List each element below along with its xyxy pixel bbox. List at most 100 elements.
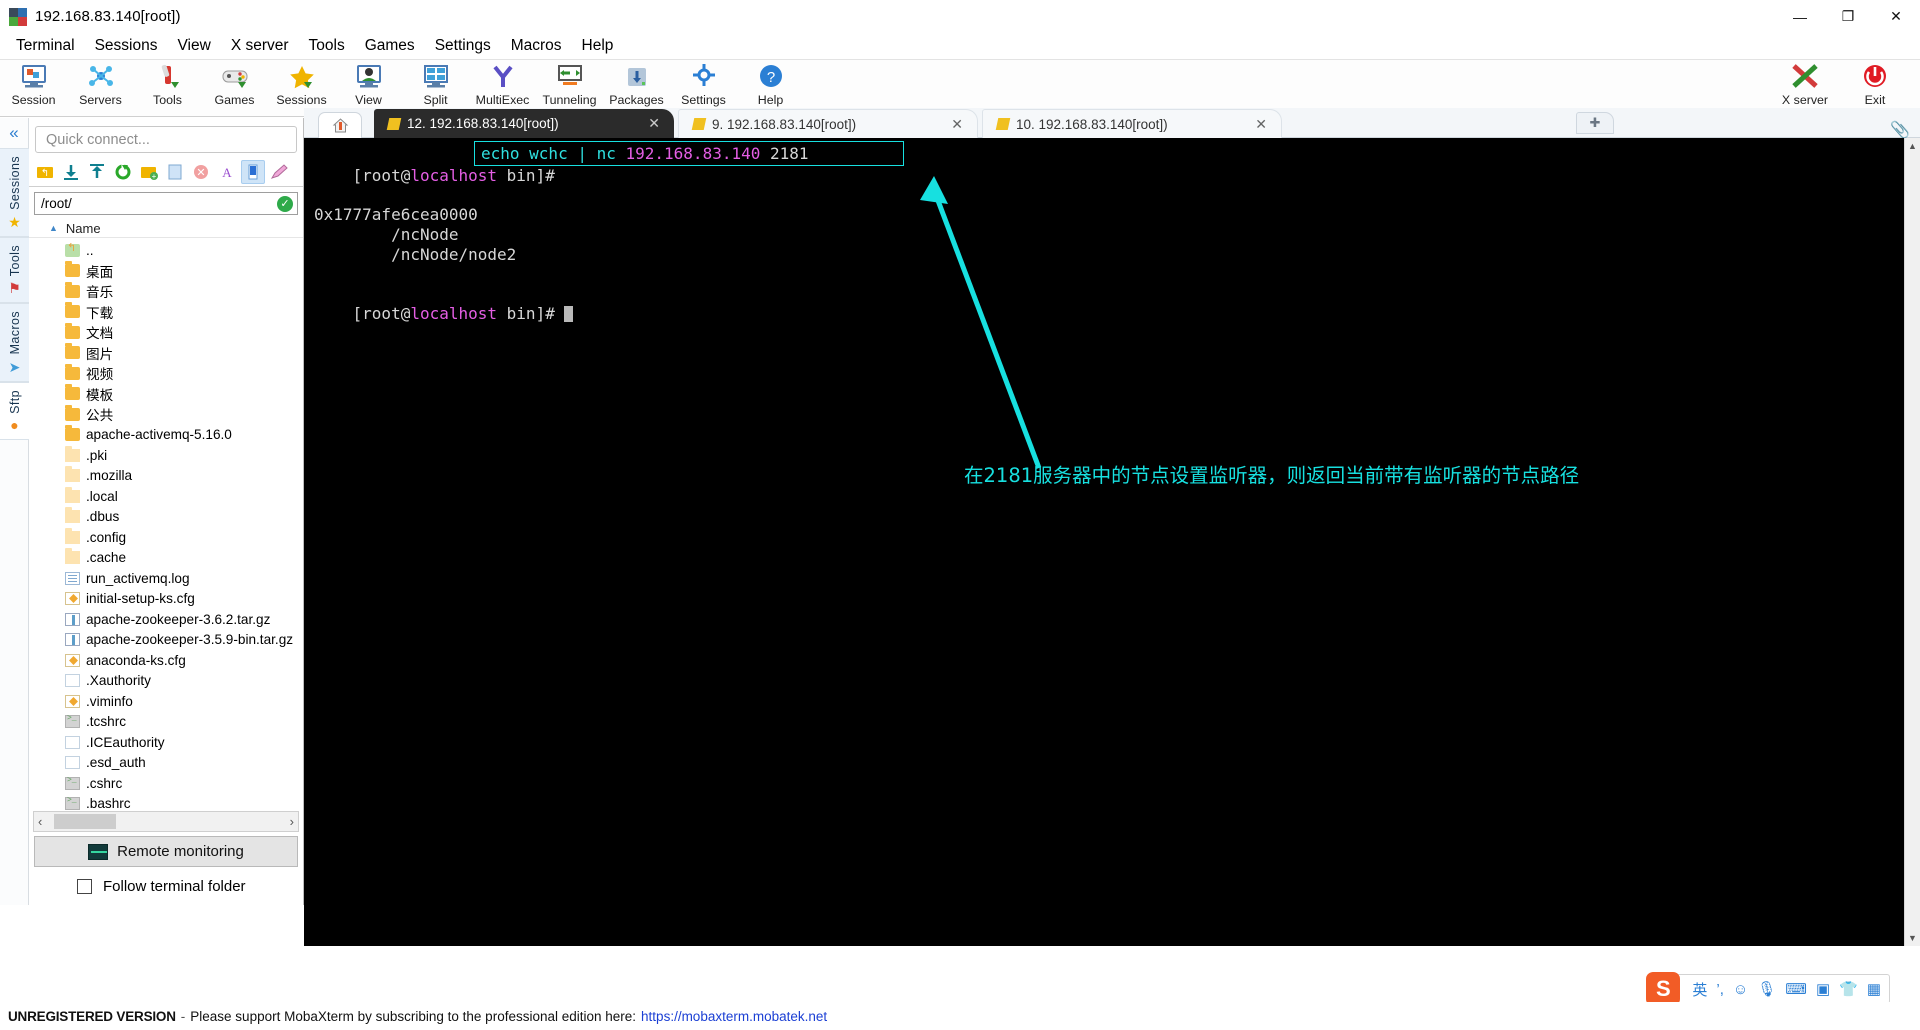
scrollbar-thumb[interactable] [54, 814, 116, 829]
file-row[interactable]: .cache [29, 548, 303, 569]
sidebar-tab-macros[interactable]: Macros ➤ [0, 303, 29, 382]
file-row[interactable]: .tcshrc [29, 712, 303, 733]
ime-icon-1[interactable]: ’, [1716, 981, 1724, 998]
file-row[interactable]: anaconda-ks.cfg [29, 650, 303, 671]
download-icon[interactable] [59, 160, 83, 184]
file-row[interactable]: 图片 [29, 343, 303, 364]
terminal-tab-1[interactable]: 12. 192.168.83.140[root]) ✕ [374, 109, 674, 138]
toolbar-session-button[interactable]: Session [0, 60, 67, 116]
sidebar-tab-sftp[interactable]: Sftp ● [0, 381, 29, 441]
file-column-header[interactable]: ▲ Name [29, 219, 303, 238]
toolbar-games-button[interactable]: Games [201, 60, 268, 116]
view-mode-icon[interactable] [241, 160, 265, 184]
quick-connect-input[interactable]: Quick connect... [35, 126, 297, 153]
menu-item-macros[interactable]: Macros [501, 35, 572, 57]
maximize-button[interactable]: ❐ [1824, 0, 1872, 33]
file-row[interactable]: run_activemq.log [29, 568, 303, 589]
delete-icon[interactable]: ✕ [189, 160, 213, 184]
file-row[interactable]: apache-activemq-5.16.0 [29, 425, 303, 446]
refresh-icon[interactable] [111, 160, 135, 184]
menu-item-settings[interactable]: Settings [425, 35, 501, 57]
ime-icon-7[interactable]: ▦ [1867, 980, 1881, 998]
follow-terminal-folder-checkbox[interactable] [77, 878, 92, 894]
ime-icon-0[interactable]: 英 [1692, 979, 1707, 1000]
file-list[interactable]: .. 桌面音乐下载文档图片视频模板公共 apache-activemq-5.16.0… [29, 238, 303, 811]
command-pre: echo wchc | nc [481, 144, 626, 163]
file-row[interactable]: .bashrc [29, 794, 303, 811]
file-row[interactable]: .pki [29, 445, 303, 466]
menu-item-tools[interactable]: Tools [299, 35, 355, 57]
edit-icon[interactable] [267, 160, 291, 184]
file-row[interactable]: .ICEauthority [29, 732, 303, 753]
terminal-icon [995, 118, 1011, 130]
collapse-sidebar-icon[interactable]: « [0, 118, 28, 148]
ime-toolbar: S 英 ’, ☺ 🎙 ⌨ ▣ 👕 ▦ [1646, 972, 1890, 1006]
file-row[interactable]: 桌面 [29, 261, 303, 282]
terminal-tab-3[interactable]: 10. 192.168.83.140[root]) ✕ [982, 109, 1282, 138]
terminal-tab-2[interactable]: 9. 192.168.83.140[root]) ✕ [678, 109, 978, 138]
text-style-icon[interactable]: A [215, 160, 239, 184]
terminal-output[interactable]: [root@localhost bin]# 0x1777afe6cea0000 … [304, 138, 1904, 946]
file-row[interactable]: .viminfo [29, 691, 303, 712]
file-row[interactable]: .. [29, 240, 303, 261]
menu-item-sessions[interactable]: Sessions [85, 35, 168, 57]
menu-item-view[interactable]: View [167, 35, 220, 57]
file-row[interactable]: .config [29, 527, 303, 548]
file-row[interactable]: 音乐 [29, 281, 303, 302]
file-row[interactable]: 文档 [29, 322, 303, 343]
upload-icon[interactable] [85, 160, 109, 184]
toolbar-tools-button[interactable]: Tools [134, 60, 201, 116]
file-row[interactable]: apache-zookeeper-3.5.9-bin.tar.gz [29, 630, 303, 651]
home-tab[interactable] [318, 112, 362, 138]
scroll-up-arrow[interactable]: ▲ [1905, 138, 1920, 154]
file-row[interactable]: 视频 [29, 363, 303, 384]
file-row[interactable]: .cshrc [29, 773, 303, 794]
file-row[interactable]: .dbus [29, 507, 303, 528]
sidebar-tab-sessions[interactable]: Sessions ★ [0, 148, 29, 237]
file-row[interactable]: .Xauthority [29, 671, 303, 692]
menu-item-help[interactable]: Help [572, 35, 624, 57]
path-bar[interactable]: /root/ ✓ [34, 192, 298, 215]
menu-item-games[interactable]: Games [355, 35, 425, 57]
remote-monitoring-button[interactable]: Remote monitoring [34, 836, 298, 867]
sogou-logo-icon[interactable]: S [1646, 972, 1681, 1006]
sidebar-tab-tools[interactable]: Tools ⚑ [0, 236, 29, 304]
parent-folder-icon[interactable]: ↰ [33, 160, 57, 184]
toolbar-servers-button[interactable]: Servers [67, 60, 134, 116]
file-row[interactable]: initial-setup-ks.cfg [29, 589, 303, 610]
mobaxterm-link[interactable]: https://mobaxterm.mobatek.net [641, 1009, 827, 1024]
tab-close-icon[interactable]: ✕ [1255, 116, 1267, 133]
ime-icon-4[interactable]: ⌨ [1785, 980, 1807, 998]
scroll-left-arrow[interactable]: ‹ [38, 814, 42, 829]
ime-icon-6[interactable]: 👕 [1839, 980, 1858, 998]
new-tab-button[interactable]: ✚ [1576, 112, 1614, 134]
menu-item-terminal[interactable]: Terminal [6, 35, 85, 57]
file-row[interactable]: 模板 [29, 384, 303, 405]
paperclip-icon[interactable]: 📎 [1890, 120, 1910, 140]
close-button[interactable]: ✕ [1872, 0, 1920, 33]
file-row[interactable]: apache-zookeeper-3.6.2.tar.gz [29, 609, 303, 630]
file-row[interactable]: 公共 [29, 404, 303, 425]
ime-icon-2[interactable]: ☺ [1733, 981, 1748, 998]
file-row[interactable]: .esd_auth [29, 753, 303, 774]
window-controls: — ❐ ✕ [1776, 0, 1920, 33]
prompt-suffix: bin]# [497, 165, 555, 185]
horizontal-scrollbar[interactable]: ‹ › [33, 811, 299, 832]
tab-close-icon[interactable]: ✕ [951, 116, 963, 133]
scroll-down-arrow[interactable]: ▼ [1905, 930, 1920, 946]
new-folder-icon[interactable]: + [137, 160, 161, 184]
file-row[interactable]: .local [29, 486, 303, 507]
scroll-right-arrow[interactable]: › [290, 814, 294, 829]
file-row[interactable]: 下载 [29, 302, 303, 323]
menu-item-x-server[interactable]: X server [221, 35, 299, 57]
file-row[interactable]: .mozilla [29, 466, 303, 487]
follow-terminal-folder-row[interactable]: Follow terminal folder [29, 867, 303, 905]
new-file-icon[interactable] [163, 160, 187, 184]
cfg-icon [65, 592, 80, 606]
tab-close-icon[interactable]: ✕ [648, 115, 660, 132]
minimize-button[interactable]: — [1776, 0, 1824, 33]
terminal-scrollbar[interactable]: ▲ ▼ [1904, 138, 1920, 946]
ime-icon-5[interactable]: ▣ [1816, 980, 1830, 998]
ime-icon-3[interactable]: 🎙 [1757, 980, 1776, 998]
file-name: apache-activemq-5.16.0 [86, 427, 232, 443]
